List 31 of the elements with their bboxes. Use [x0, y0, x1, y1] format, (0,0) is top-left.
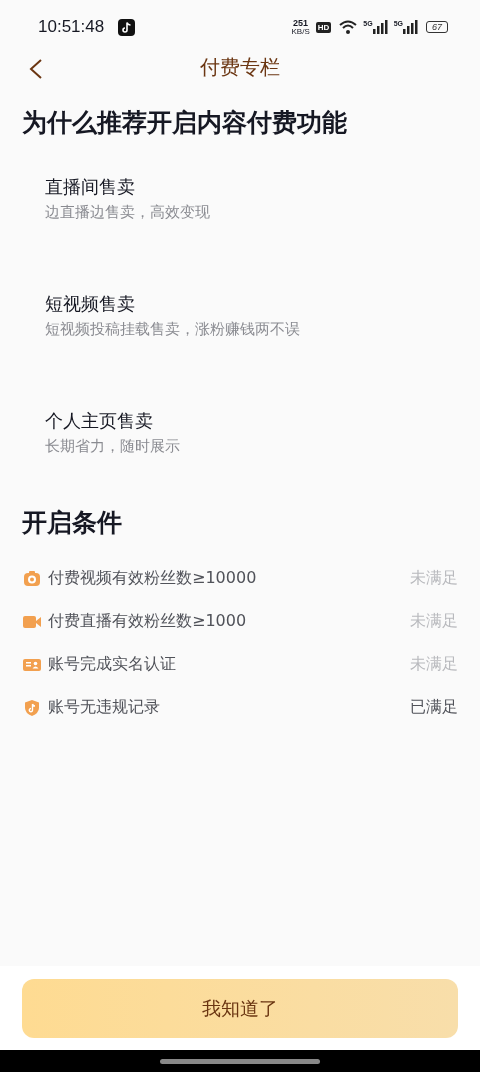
signal-icon — [403, 20, 418, 34]
condition-label: 账号完成实名认证 — [48, 654, 177, 675]
confirm-button[interactable]: 我知道了 — [22, 979, 458, 1038]
signal-icon — [372, 20, 388, 34]
feature-title: 直播间售卖 — [45, 175, 136, 199]
music-note-app-icon — [118, 18, 136, 36]
condition-status: 已满足 — [410, 697, 458, 718]
camera-icon — [23, 569, 41, 588]
back-icon[interactable] — [28, 58, 44, 80]
section-heading: 为什么推荐开启内容付费功能 — [22, 107, 348, 139]
page-title: 付费专栏 — [200, 53, 280, 81]
feature-title: 短视频售卖 — [45, 292, 136, 316]
condition-status: 未满足 — [410, 568, 458, 589]
condition-label: 付费视频有效粉丝数≥10000 — [48, 568, 258, 589]
wifi-icon — [339, 20, 358, 34]
home-indicator[interactable] — [160, 1058, 320, 1064]
speed-unit: KB/S — [291, 27, 310, 36]
shield-icon — [23, 698, 41, 717]
feature-title: 个人主页售卖 — [45, 409, 154, 433]
section-heading: 开启条件 — [22, 507, 123, 539]
condition-status: 未满足 — [410, 654, 458, 675]
condition-label: 付费直播有效粉丝数≥1000 — [48, 611, 248, 632]
hd-badge: HD — [315, 21, 332, 33]
feature-description: 长期省力，随时展示 — [45, 437, 181, 456]
battery-level: 67 — [426, 21, 448, 33]
feature-description: 短视频投稿挂载售卖，涨粉赚钱两不误 — [45, 320, 301, 339]
feature-description: 边直播边售卖，高效变现 — [45, 203, 211, 222]
condition-status: 未满足 — [410, 611, 458, 632]
network-speed: 251 — [293, 18, 309, 28]
condition-label: 账号无违规记录 — [48, 697, 161, 718]
clock: 10:51:48 — [38, 17, 105, 37]
